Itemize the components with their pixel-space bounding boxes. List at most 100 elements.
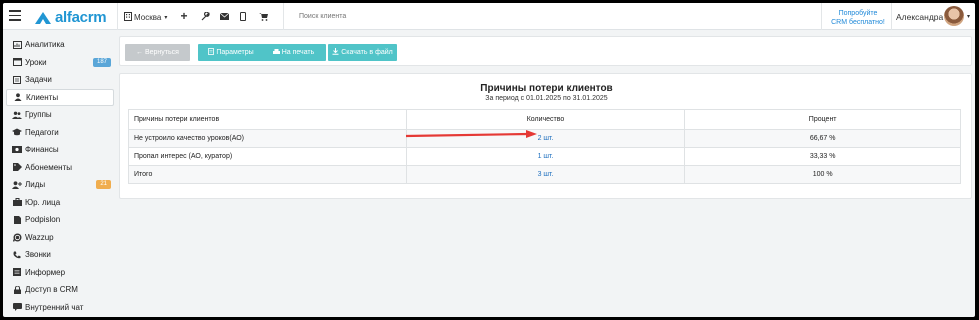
cart-icon[interactable]	[257, 10, 269, 22]
count-link[interactable]: 2 шт.	[538, 135, 554, 142]
list-icon	[12, 268, 22, 277]
app-window: alfacrm Москва ▾ + Попробуйте CRM беспла…	[3, 3, 975, 317]
sidebar-item[interactable]: Финансы	[6, 141, 114, 159]
sidebar-item[interactable]: Уроки 187	[6, 54, 114, 72]
top-bar: alfacrm Москва ▾ + Попробуйте CRM беспла…	[3, 3, 975, 30]
back-button[interactable]: ← Вернуться	[125, 44, 190, 61]
tag-icon	[12, 163, 22, 172]
sidebar-item[interactable]: Аналитика	[6, 36, 114, 54]
count-link[interactable]: 3 шт.	[538, 171, 554, 178]
mail-icon[interactable]	[218, 10, 230, 22]
money-icon	[12, 146, 22, 154]
count-cell: 1 шт.	[405, 147, 686, 166]
percent-cell: 33,33 %	[684, 147, 961, 166]
sidebar-item[interactable]: Педагоги	[6, 124, 114, 142]
user-icon	[13, 93, 23, 102]
column-header: Процент	[684, 109, 961, 130]
chevron-down-icon: ▾	[164, 15, 168, 21]
wrench-icon[interactable]	[199, 10, 211, 22]
building-icon	[124, 12, 132, 23]
total-percent-cell: 100 %	[684, 165, 961, 184]
sidebar-item-label: Уроки	[25, 57, 47, 67]
promo-line-2: CRM бесплатно!	[831, 19, 885, 26]
calendar-icon	[12, 58, 22, 67]
percent-cell: 66,67 %	[684, 129, 961, 148]
user-name[interactable]: Александра	[896, 12, 943, 22]
search-input[interactable]	[293, 7, 773, 26]
lock-icon	[12, 285, 22, 294]
plus-icon[interactable]: +	[178, 9, 190, 23]
params-button-label: Параметры	[216, 49, 254, 56]
column-header: Количество	[405, 109, 686, 130]
chat-icon	[12, 303, 22, 312]
report-panel: Причины потери клиентов За период с 01.0…	[119, 73, 972, 199]
avatar[interactable]	[944, 6, 964, 26]
sidebar-item[interactable]: Клиенты	[6, 88, 114, 106]
sidebar-item-label: Доступ в CRM	[25, 285, 78, 295]
promo-link[interactable]: Попробуйте CRM бесплатно!	[826, 9, 890, 27]
print-button[interactable]: На печать	[261, 44, 326, 61]
sidebar-item-label: Финансы	[25, 145, 59, 155]
report-title: Причины потери клиентов	[480, 83, 613, 94]
table-row: Не устроило качество уроков(АО) 2 шт. 66…	[128, 129, 961, 148]
params-button[interactable]: Параметры	[198, 44, 264, 61]
download-button[interactable]: Скачать в файл	[328, 44, 397, 61]
phone-icon[interactable]	[237, 10, 249, 22]
sidebar-item-label: Педагоги	[25, 127, 59, 137]
sidebar-item-label: Задачи	[25, 75, 52, 85]
sidebar-item-label: Юр. лица	[25, 197, 61, 207]
sidebar-item-label: Звонки	[25, 250, 51, 260]
printer-icon	[272, 48, 280, 57]
download-icon	[332, 48, 339, 57]
phone-icon	[12, 251, 22, 259]
reason-cell: Не устроило качество уроков(АО)	[128, 129, 407, 148]
divider	[117, 3, 118, 30]
sidebar-item[interactable]: Wazzup	[6, 229, 114, 247]
promo-line-1: Попробуйте	[838, 10, 878, 17]
report-toolbar: ← Вернуться Параметры На печать Скачать …	[119, 36, 972, 66]
count-badge: 21	[96, 180, 111, 189]
sidebar-item-label: Лиды	[25, 180, 46, 190]
menu-icon[interactable]	[9, 10, 21, 21]
total-count-cell: 3 шт.	[405, 165, 686, 184]
report-table: Причины потери клиентов Количество Проце…	[128, 109, 961, 184]
sidebar-item[interactable]: Звонки	[6, 246, 114, 264]
graduation-cap-icon	[12, 128, 22, 136]
report-period: За период с 01.01.2025 по 31.01.2025	[485, 95, 608, 102]
back-button-label: ← Вернуться	[136, 49, 179, 56]
annotation-arrow	[406, 130, 537, 138]
group-icon	[12, 111, 22, 119]
city-label: Москва	[134, 13, 162, 22]
settings-icon	[208, 48, 215, 57]
sidebar-item[interactable]: Юр. лица	[6, 194, 114, 212]
sidebar-item[interactable]: Внутренний чат	[6, 299, 114, 317]
chevron-down-icon[interactable]: ▾	[967, 13, 970, 20]
download-button-label: Скачать в файл	[341, 49, 393, 56]
city-selector[interactable]: Москва ▾	[124, 12, 167, 23]
sidebar-item-label: Группы	[25, 110, 52, 120]
sidebar-item-label: Абонементы	[25, 162, 73, 172]
sidebar-item[interactable]: Доступ в CRM	[6, 281, 114, 299]
sidebar-item[interactable]: Лиды 21	[6, 176, 114, 194]
divider	[821, 3, 822, 30]
total-label-cell: Итого	[128, 165, 407, 184]
table-header-row: Причины потери клиентов Количество Проце…	[128, 109, 961, 130]
count-link[interactable]: 1 шт.	[538, 153, 554, 160]
sidebar-item[interactable]: Группы	[6, 106, 114, 124]
sidebar-item[interactable]: Информер	[6, 264, 114, 282]
sidebar-item-label: Wazzup	[25, 232, 54, 242]
tasks-icon	[12, 75, 22, 84]
logo[interactable]: alfacrm	[34, 9, 107, 26]
sidebar-item[interactable]: Абонементы	[6, 159, 114, 177]
table-total-row: Итого 3 шт. 100 %	[128, 165, 961, 184]
table-row: Пропал интерес (АО, куратор) 1 шт. 33,33…	[128, 147, 961, 166]
divider	[891, 3, 892, 30]
logo-mark-icon	[34, 11, 52, 25]
logo-text: alfacrm	[55, 9, 107, 26]
user-plus-icon	[12, 181, 22, 189]
divider	[283, 3, 284, 30]
briefcase-icon	[12, 198, 22, 207]
sidebar-item[interactable]: Podpislon	[6, 211, 114, 229]
sidebar-item-label: Podpislon	[25, 215, 61, 225]
sidebar-item[interactable]: Задачи	[6, 71, 114, 89]
